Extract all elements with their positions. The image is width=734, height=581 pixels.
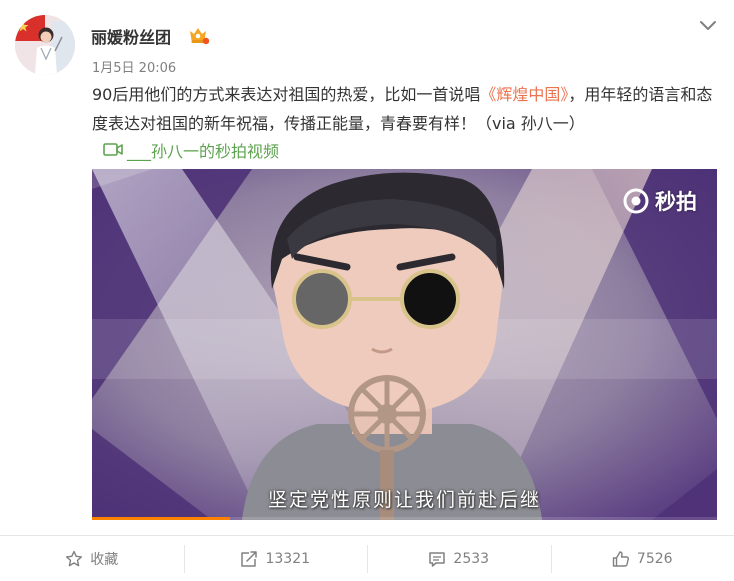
thumbs-up-icon [612,550,629,567]
miaopai-logo-icon [623,188,649,214]
repost-icon [241,550,258,567]
video-progress-fill [92,517,230,520]
video-frame [92,169,717,520]
like-count: 7526 [636,550,673,567]
comment-button[interactable]: 2533 [367,536,551,581]
video-subtitle: 坚定党性原则让我们前赴后继 [267,489,541,511]
video-source-link[interactable]: ___孙八一的秒拍视频 [103,139,279,161]
repost-button[interactable]: 13321 [183,536,368,581]
favorite-label: 收藏 [90,551,119,568]
video-link-text[interactable]: ___孙八一的秒拍视频 [127,138,279,162]
favorite-button[interactable]: 收藏 [0,536,184,581]
username[interactable]: 丽媛粉丝团 [91,24,171,48]
like-button[interactable]: 7526 [550,536,734,581]
avatar[interactable] [15,15,75,75]
comment-count: 2533 [453,550,490,567]
video-link-icon [103,143,123,156]
post-text-part: 90后用他们的方式来表达对祖国的热爱，比如一首说唱 [92,85,481,104]
comment-icon [429,551,446,567]
post-text: 90后用他们的方式来表达对祖国的热爱，比如一首说唱《辉煌中国》，用年轻的语言和态… [92,80,722,138]
song-title-link[interactable]: 《辉煌中国》 [480,85,568,104]
video-progress-bar[interactable] [92,517,717,520]
weibo-post-card: 丽媛粉丝团 1月5日 20:06 90后用他们的方式来表达对祖国的热爱，比如一首… [0,0,734,581]
chevron-down-icon[interactable] [698,16,718,36]
video-player[interactable]: 秒拍 坚定党性原则让我们前赴后继 [92,169,717,520]
miaopai-watermark: 秒拍 [623,186,697,216]
vip-crown-icon[interactable] [187,25,210,45]
watermark-text: 秒拍 [655,190,697,214]
star-icon [66,550,83,566]
post-timestamp[interactable]: 1月5日 20:06 [92,57,176,76]
action-bar: 收藏 13321 2533 7526 [0,535,734,581]
repost-count: 13321 [265,550,311,567]
